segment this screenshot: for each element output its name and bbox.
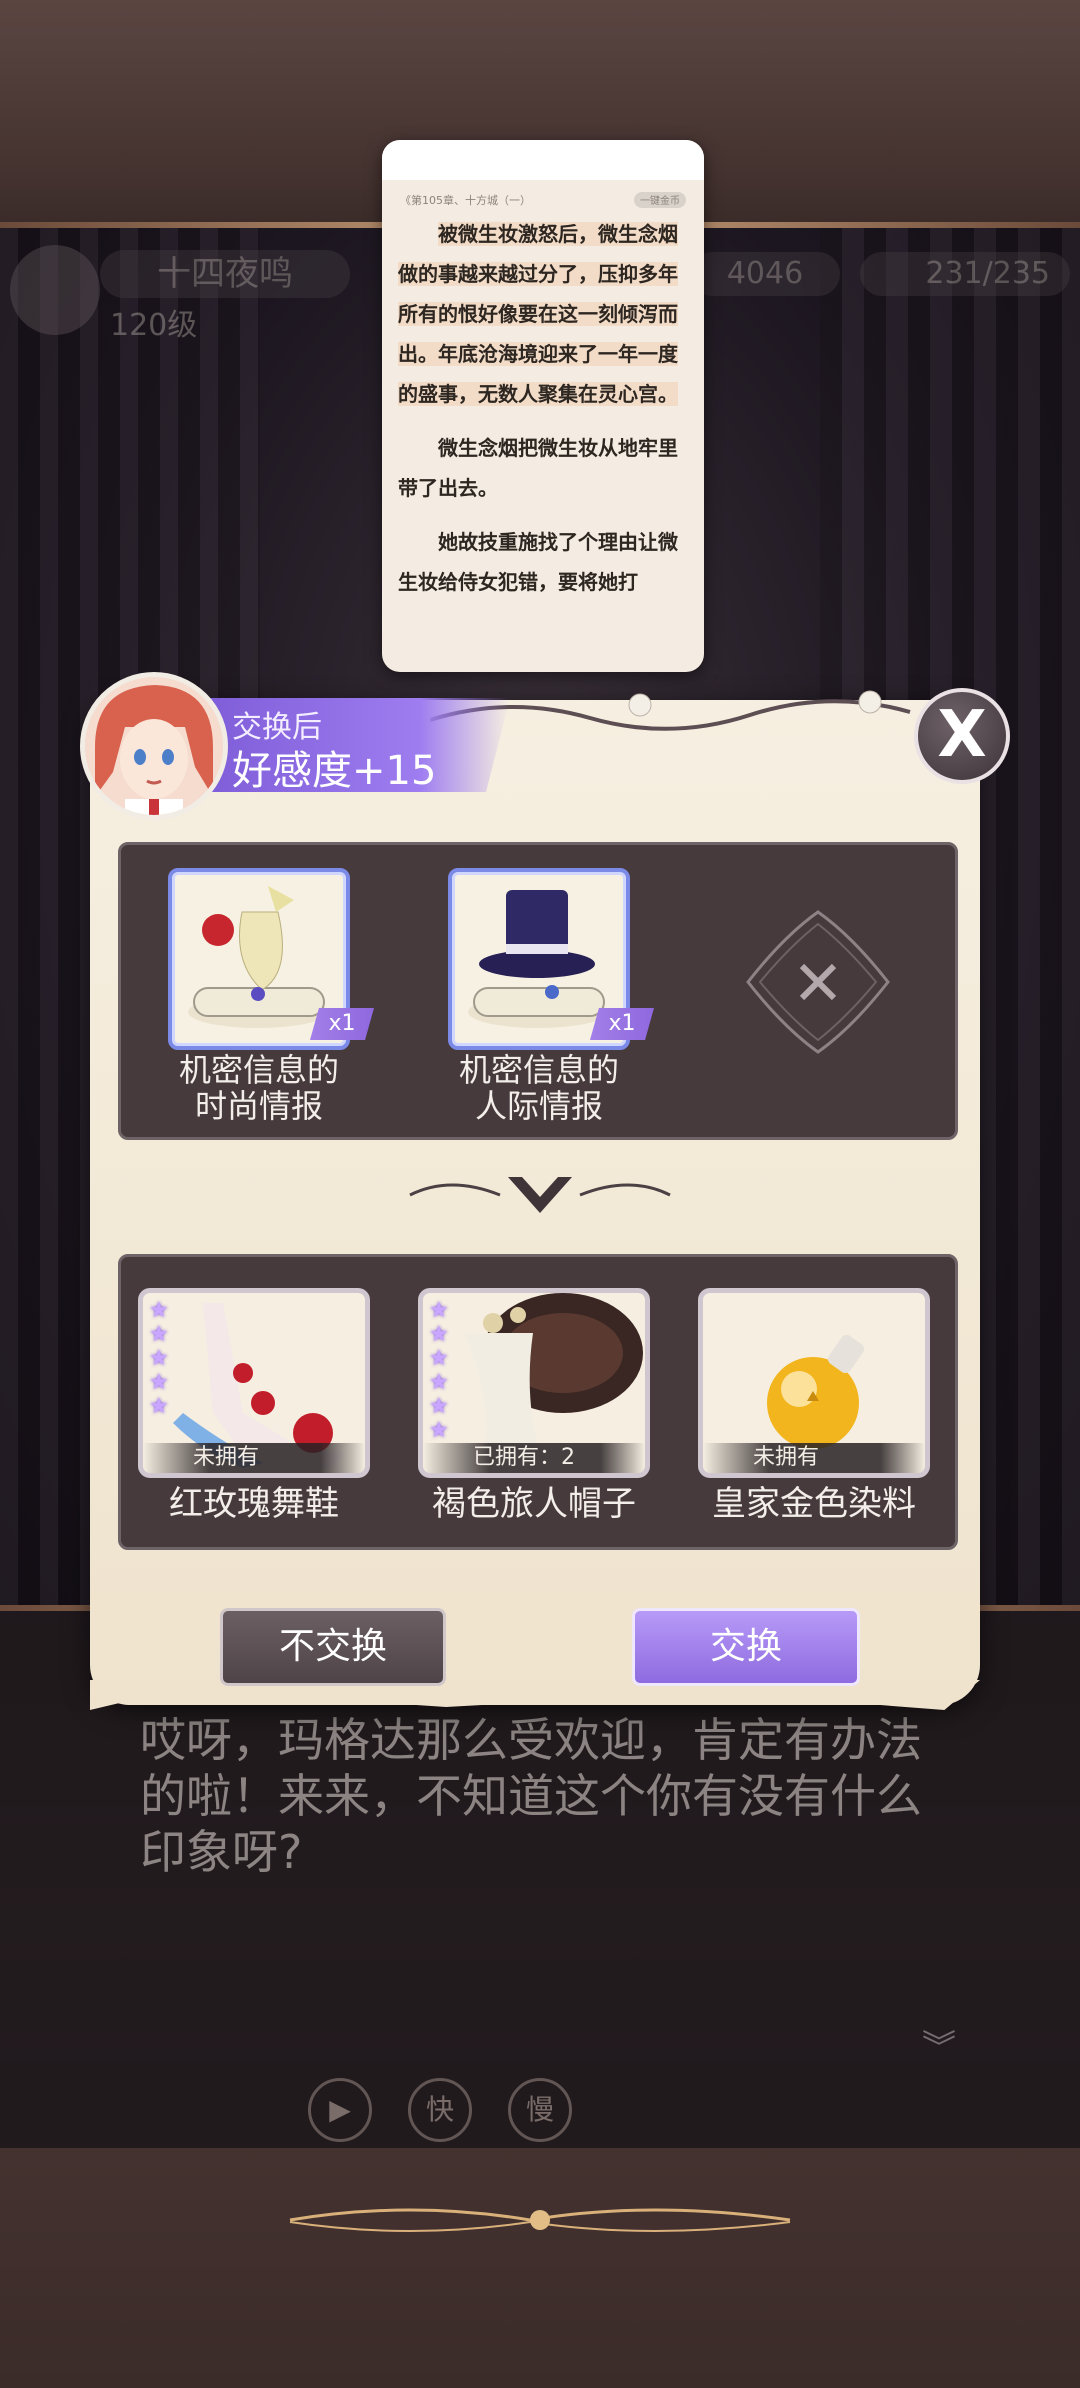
give-item-qty: x1 <box>310 1008 374 1040</box>
book-chapter: 《第105章、十方城（一） <box>400 194 531 207</box>
ornament-icon <box>289 2208 791 2232</box>
book-tag[interactable]: 一键金币 <box>634 192 686 208</box>
rarity-stars: ★★★★★★ <box>429 1298 449 1443</box>
close-button[interactable]: X <box>914 688 1010 784</box>
give-item-name-line2: 时尚情报 <box>194 1087 323 1125</box>
affection-value: 好感度+15 <box>232 748 437 794</box>
dialog-text[interactable]: 哎呀，玛格达那么受欢迎，肯定有办法的啦！来来，不知道这个你有没有什么印象呀? <box>140 1712 960 1880</box>
book-header <box>382 140 704 180</box>
player-avatar <box>10 245 100 335</box>
decline-button[interactable]: 不交换 <box>220 1608 446 1686</box>
receive-item-name: 红玫瑰舞鞋 <box>169 1484 339 1524</box>
receive-item-name: 褐色旅人帽子 <box>432 1484 636 1524</box>
character-portrait-icon <box>85 677 223 815</box>
ownership-tag: 未拥有 <box>703 1443 925 1473</box>
receive-item-card[interactable]: ★★★★★ 未拥有 <box>138 1288 370 1478</box>
character-avatar <box>80 672 228 820</box>
vine-ornament-icon <box>430 690 911 731</box>
next-arrow-icon[interactable]: ︾ <box>922 2020 956 2069</box>
give-item-name-line1: 机密信息的 <box>178 1051 339 1089</box>
slow-button[interactable]: 慢 <box>508 2078 572 2142</box>
ownership-tag: 已拥有：2 <box>423 1443 645 1473</box>
player-level: 120级 <box>110 308 198 343</box>
gold-counter: 4046 <box>690 252 840 296</box>
book-paragraph: 微生念烟把微生妆从地牢里带了出去。 <box>398 436 678 500</box>
give-item-name-line1: 机密信息的 <box>458 1051 619 1089</box>
arrow-down-icon <box>409 1177 671 1213</box>
give-item-qty: x1 <box>590 1008 654 1040</box>
stamina-counter: 231/235 <box>860 252 1070 296</box>
book-paragraph: 她故技重施找了个理由让微生妆给侍女犯错，要将她打 <box>398 530 678 594</box>
give-item-name-line2: 人际情报 <box>474 1087 603 1125</box>
receive-item-card[interactable]: ★★★★★★ 已拥有：2 <box>418 1288 650 1478</box>
book-preview[interactable]: 《第105章、十方城（一） 一键金币 被微生妆激怒后，微生念烟做的事越来越过分了… <box>382 140 704 672</box>
player-name: 十四夜鸣 <box>100 250 350 298</box>
receive-item-name: 皇家金色染料 <box>712 1484 916 1524</box>
auto-play-button[interactable]: ▶ <box>308 2078 372 2142</box>
fast-button[interactable]: 快 <box>408 2078 472 2142</box>
ownership-tag: 未拥有 <box>143 1443 365 1473</box>
empty-slot-icon[interactable] <box>742 906 894 1058</box>
book-paragraph: 被微生妆激怒后，微生念烟做的事越来越过分了，压抑多年所有的恨好像要在这一刻倾泻而… <box>398 222 678 406</box>
receive-item-card[interactable]: 未拥有 <box>698 1288 930 1478</box>
exchange-button[interactable]: 交换 <box>632 1608 860 1686</box>
rarity-stars: ★★★★★ <box>149 1298 169 1419</box>
